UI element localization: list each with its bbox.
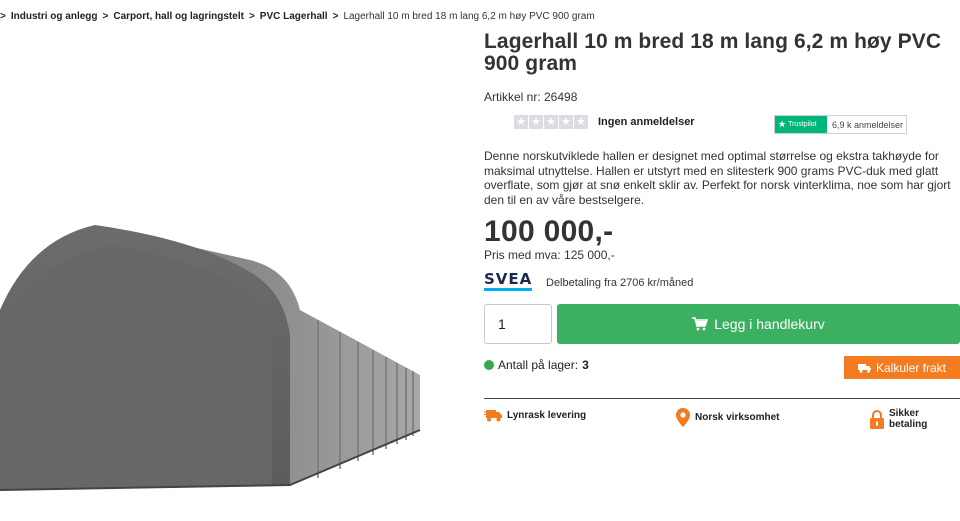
breadcrumb-link-pvc-lagerhall[interactable]: PVC Lagerhall xyxy=(260,11,328,22)
truck-icon xyxy=(857,363,871,373)
add-to-cart-label: Legg i handlekurv xyxy=(714,316,825,332)
svea-logo: SVEA xyxy=(484,270,533,291)
trustpilot-review-count: 6,9 k anmeldelser xyxy=(832,119,904,130)
breadcrumb-link-carport[interactable]: Carport, hall og lagringstelt xyxy=(113,11,244,22)
tent-hall-illustration xyxy=(0,225,421,491)
installment-info[interactable]: Delbetaling fra 2706 kr/måned xyxy=(546,277,693,289)
star-icon: ★ xyxy=(544,115,558,129)
usp-fast-delivery: Lynrask levering xyxy=(484,408,586,422)
svea-logo-text: SVEA xyxy=(484,270,533,288)
rating-stars[interactable]: ★ ★ ★ ★ ★ xyxy=(514,115,588,129)
product-title: Lagerhall 10 m bred 18 m lang 6,2 m høy … xyxy=(484,30,942,75)
breadcrumb-separator: > xyxy=(102,11,109,22)
stock-label: Antall på lager: xyxy=(498,358,579,372)
breadcrumb-separator: > xyxy=(0,11,6,22)
cart-icon xyxy=(692,317,709,331)
breadcrumb-link-industri[interactable]: Industri og anlegg xyxy=(11,11,98,22)
product-description: Denne norskutviklede hallen er designet … xyxy=(484,149,951,207)
in-stock-dot-icon xyxy=(484,360,494,370)
price-with-vat: Pris med mva: 125 000,- xyxy=(484,248,615,262)
trustpilot-logo: ★ Trustpilot xyxy=(775,116,827,133)
breadcrumb-separator: > xyxy=(248,11,255,22)
article-number: Artikkel nr: 26498 xyxy=(484,90,578,104)
usp-secure-payment: Sikker betaling xyxy=(870,408,960,430)
breadcrumb: > Industri og anlegg > Carport, hall og … xyxy=(0,11,595,22)
breadcrumb-current: Lagerhall 10 m bred 18 m lang 6,2 m høy … xyxy=(343,11,595,22)
breadcrumb-separator: > xyxy=(332,11,339,22)
trustpilot-logo-text: Trustpilot xyxy=(788,121,817,128)
stock-count: 3 xyxy=(582,358,589,372)
usp-label: Lynrask levering xyxy=(507,409,587,421)
reviews-label[interactable]: Ingen anmeldelser xyxy=(598,116,695,128)
star-icon: ★ xyxy=(574,115,588,129)
location-pin-icon xyxy=(676,408,690,427)
product-price: 100 000,- xyxy=(484,215,614,248)
usp-norwegian-business: Norsk virksomhet xyxy=(676,408,779,427)
star-icon: ★ xyxy=(559,115,573,129)
lock-icon xyxy=(870,409,884,429)
calculate-freight-button[interactable]: Kalkuler frakt xyxy=(844,356,960,379)
calculate-freight-label: Kalkuler frakt xyxy=(875,360,947,375)
divider xyxy=(484,398,960,399)
stock-status: Antall på lager: 3 xyxy=(484,358,589,372)
trustpilot-star-icon: ★ xyxy=(778,119,787,129)
usp-label: Norsk virksomhet xyxy=(695,412,780,423)
usp-label: Sikker betaling xyxy=(888,408,928,430)
trustpilot-badge[interactable]: ★ Trustpilot 6,9 k anmeldelser xyxy=(774,115,907,134)
quantity-input[interactable] xyxy=(484,304,552,344)
star-icon: ★ xyxy=(514,115,528,129)
product-image[interactable] xyxy=(0,200,480,500)
add-to-cart-button[interactable]: Legg i handlekurv xyxy=(557,304,960,344)
truck-icon xyxy=(484,410,502,422)
star-icon: ★ xyxy=(529,115,543,129)
